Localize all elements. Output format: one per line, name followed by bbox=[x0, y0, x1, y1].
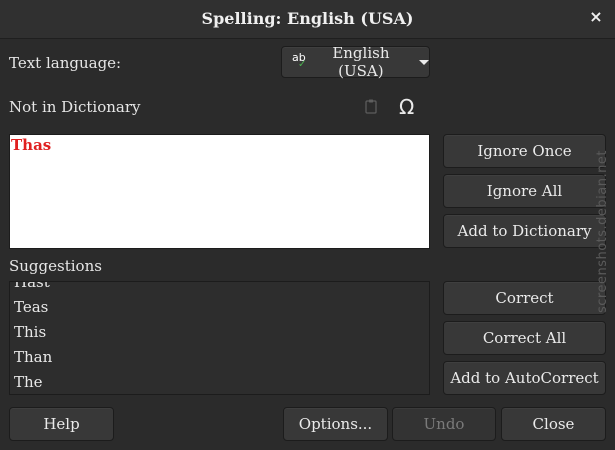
list-item[interactable]: The bbox=[14, 373, 43, 391]
ignore-once-button[interactable]: Ignore Once bbox=[443, 134, 606, 168]
special-character-icon[interactable]: Ω bbox=[399, 95, 414, 119]
undo-button[interactable]: Undo bbox=[392, 407, 496, 441]
correct-button[interactable]: Correct bbox=[443, 281, 606, 315]
list-item[interactable]: Than bbox=[14, 348, 52, 366]
title-bar: Spelling: English (USA) × bbox=[0, 0, 615, 39]
text-language-label: Text language: bbox=[9, 54, 122, 72]
options-button[interactable]: Options... bbox=[283, 407, 388, 441]
add-to-autocorrect-button[interactable]: Add to AutoCorrect bbox=[443, 361, 606, 395]
add-to-dictionary-button[interactable]: Add to Dictionary bbox=[443, 214, 606, 248]
list-item[interactable]: Teas bbox=[14, 298, 48, 316]
language-selected-value: English (USA) bbox=[332, 44, 390, 80]
not-in-dictionary-label: Not in Dictionary bbox=[9, 98, 141, 116]
suggestions-label: Suggestions bbox=[9, 257, 102, 275]
suggestions-list[interactable]: Hast Teas This Than The bbox=[9, 281, 430, 395]
watermark: screenshots.debian.net bbox=[595, 150, 610, 314]
ignore-all-button[interactable]: Ignore All bbox=[443, 174, 606, 208]
chevron-down-icon bbox=[419, 59, 429, 65]
correct-all-button[interactable]: Correct All bbox=[443, 321, 606, 355]
language-dropdown[interactable]: ab ✓ English (USA) bbox=[281, 44, 430, 80]
misspelled-word: Thas bbox=[11, 136, 52, 154]
close-button[interactable]: Close bbox=[501, 407, 606, 441]
help-button[interactable]: Help bbox=[9, 407, 114, 441]
paste-icon[interactable] bbox=[365, 99, 377, 114]
window-title: Spelling: English (USA) bbox=[201, 9, 414, 28]
list-item[interactable]: Hast bbox=[14, 282, 50, 291]
spellcheck-icon: ab ✓ bbox=[292, 51, 307, 70]
close-window-icon[interactable]: × bbox=[587, 8, 605, 26]
not-in-dictionary-text[interactable]: Thas bbox=[9, 134, 430, 249]
list-item[interactable]: This bbox=[14, 323, 46, 341]
